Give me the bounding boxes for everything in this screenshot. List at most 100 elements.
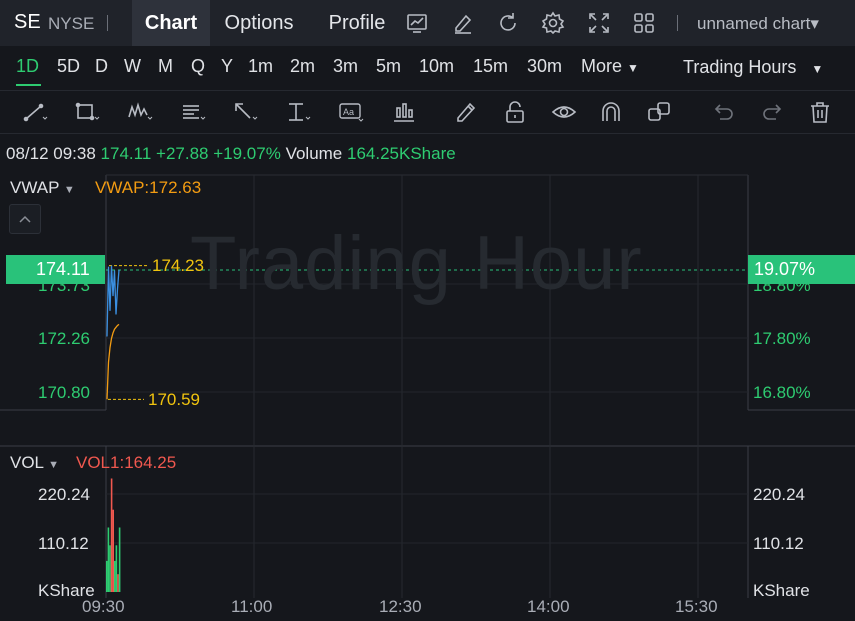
vwap-value: VWAP:172.63 [95,178,202,197]
high-price-marker: 174.23 [152,256,204,275]
tab-profile[interactable]: Profile [316,0,398,46]
volume-bar [117,574,119,592]
more-timeframes-dropdown[interactable]: More ▼ [581,56,639,77]
caret-down-icon: ▼ [48,459,60,471]
measure-icon[interactable] [285,99,311,125]
chart-name-dropdown[interactable]: unnamed chart▾ [697,14,819,34]
time-axis-label: 15:30 [675,597,718,616]
chart-compare-icon[interactable] [405,11,429,35]
timeframe-m[interactable]: M [158,56,173,77]
timeframe-1m[interactable]: 1m [248,56,273,77]
tab-chart[interactable]: Chart [132,0,210,46]
vol-axis-unit: KShare [753,581,810,600]
volume-label: Volume [285,144,343,163]
trend-line-icon[interactable] [22,99,48,125]
svg-text:Aa: Aa [343,107,354,117]
quote-volume: 164.25KShare [347,144,456,163]
time-axis-label: 12:30 [379,597,422,616]
vol-indicator-label[interactable]: VOL ▼ [10,453,59,473]
timeframe-q[interactable]: Q [191,56,205,77]
chevron-up-icon [19,215,31,223]
quote-datetime: 08/12 09:38 [6,144,96,163]
magnet-icon[interactable] [598,99,624,125]
quote-change-pct: +19.07% [213,144,281,163]
exchange-label: NYSE [48,14,95,33]
volume-bar [112,509,114,592]
refresh-icon[interactable] [496,11,520,35]
trading-hours-label: Trading Hours [683,57,797,77]
undo-icon[interactable] [711,99,737,125]
vol-axis-label: 110.12 [38,534,89,553]
collapse-pane-button[interactable] [9,204,41,234]
quote-price: 174.11 [100,144,152,163]
rectangle-icon[interactable] [74,99,100,125]
caret-down-icon: ▼ [811,62,824,76]
pattern-icon[interactable] [127,99,153,125]
low-price-marker: 170.59 [148,390,200,409]
trading-hour-watermark: Trading Hour [190,221,643,306]
timeframe-1d[interactable]: 1D [16,56,39,77]
current-price-badge: 174.11 [6,255,105,284]
timeframe-30m[interactable]: 30m [527,56,562,77]
symbol-label[interactable]: SE [14,11,41,34]
pct-axis-label: 16.80% [753,383,811,402]
clone-icon[interactable] [646,99,672,125]
volume-bar [115,545,118,592]
chart-name-label: unnamed chart [697,14,811,33]
eye-icon[interactable] [551,99,577,125]
caret-down-icon: ▼ [63,184,75,196]
timeframe-5m[interactable]: 5m [376,56,401,77]
timeframe-w[interactable]: W [124,56,141,77]
fullscreen-icon[interactable] [587,11,611,35]
vwap-line [106,323,120,400]
header-divider [107,15,108,31]
time-axis-label: 14:00 [527,597,570,616]
chevron-down-icon: ▾ [810,14,819,33]
trash-icon[interactable] [807,99,833,125]
timeframe-y[interactable]: Y [221,56,233,77]
lock-icon[interactable] [502,99,528,125]
timeframe-15m[interactable]: 15m [473,56,508,77]
vol-indicator-name: VOL [10,453,44,472]
volume-bar [107,527,110,592]
pencil-icon[interactable] [453,99,479,125]
text-label-icon[interactable]: Aa [338,99,364,125]
vol-axis-label: 220.24 [753,485,805,504]
edit-note-icon[interactable] [451,11,475,35]
volume-bar [110,478,113,592]
active-timeframe-underline [16,84,41,86]
timeframe-3m[interactable]: 3m [333,56,358,77]
settings-gear-icon[interactable] [541,11,565,35]
header-divider-2 [677,15,678,31]
volume-bar [114,560,116,592]
caret-down-icon: ▼ [627,61,639,75]
volume-bar [109,545,111,592]
timeframe-5d[interactable]: 5D [57,56,80,77]
layout-grid-icon[interactable] [632,11,656,35]
time-axis-label: 11:00 [231,597,273,616]
timeframe-d[interactable]: D [95,56,108,77]
time-axis-label: 09:30 [82,597,125,616]
more-label: More [581,56,623,76]
volume-bar [106,560,108,592]
arrow-icon[interactable] [232,99,258,125]
quote-info-line: 08/12 09:38 174.11 +27.88 +19.07% Volume… [6,144,456,164]
timeframe-10m[interactable]: 10m [419,56,454,77]
price-axis-label: 172.26 [38,329,90,348]
current-pct-badge: 19.07% [748,255,855,284]
vwap-indicator-label[interactable]: VWAP ▼ [10,178,75,198]
text-note-icon[interactable] [180,99,206,125]
trading-hours-dropdown[interactable]: Trading Hours ▼ [683,57,823,78]
redo-icon[interactable] [759,99,785,125]
price-axis-label: 170.80 [38,383,90,402]
tab-options[interactable]: Options [212,0,306,46]
vol-value: VOL1:164.25 [76,453,177,472]
vwap-indicator-name: VWAP [10,178,60,197]
volume-series-group [106,478,121,592]
indicator-bars-icon[interactable] [391,99,417,125]
vol-axis-label: 110.12 [753,534,804,553]
vol-axis-label: 220.24 [38,485,90,504]
timeframe-2m[interactable]: 2m [290,56,315,77]
volume-bar [118,527,121,592]
pct-axis-label: 17.80% [753,329,811,348]
